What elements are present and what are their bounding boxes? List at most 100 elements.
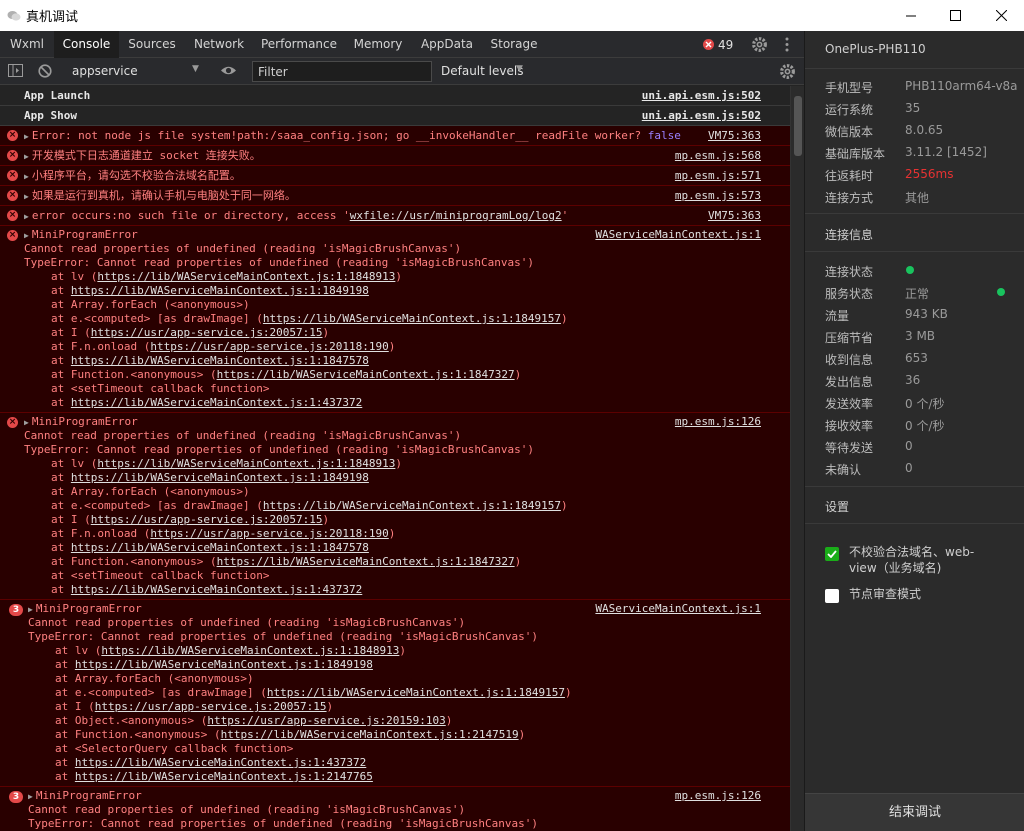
stack-frame-link[interactable]: https://usr/app-service.js:20057:15 [95, 700, 327, 713]
log-message: App Launch [24, 89, 91, 102]
console-settings-gear-icon[interactable] [779, 63, 796, 83]
tab-network[interactable]: Network [188, 31, 250, 58]
source-link[interactable]: mp.esm.js:126 [675, 415, 761, 429]
expand-triangle-icon[interactable]: ▶ [28, 605, 33, 614]
error-icon: × [7, 130, 18, 141]
info-label: 基础库版本 [825, 147, 886, 161]
tab-storage[interactable]: Storage [488, 31, 540, 58]
context-selector[interactable]: appservice [72, 64, 138, 78]
stack-frame: at I (https://usr/app-service.js:20057:1… [51, 326, 330, 339]
stack-frame: at Array.forEach (<anonymous>) [55, 672, 254, 685]
source-link[interactable]: WAServiceMainContext.js:1 [595, 228, 761, 242]
stack-frame: at lv (https://lib/WAServiceMainContext.… [51, 270, 402, 283]
stack-frame-link[interactable]: https://lib/WAServiceMainContext.js:1:18… [267, 686, 565, 699]
source-link[interactable]: mp.esm.js:126 [675, 789, 761, 803]
stack-frame-link[interactable]: https://usr/app-service.js:20057:15 [91, 513, 323, 526]
source-link[interactable]: uni.api.esm.js:502 [642, 89, 761, 103]
stack-frame-link[interactable]: https://usr/app-service.js:20118:190 [150, 527, 388, 540]
stack-frame-link[interactable]: https://lib/WAServiceMainContext.js:1:18… [71, 471, 369, 484]
source-link[interactable]: VM75:363 [708, 129, 761, 143]
skip-domain-check-checkbox[interactable] [825, 547, 839, 561]
tab-wxml[interactable]: Wxml [0, 31, 54, 58]
source-link[interactable]: mp.esm.js:568 [675, 149, 761, 163]
stack-frame-link[interactable]: https://lib/WAServiceMainContext.js:1:18… [97, 270, 395, 283]
error-title[interactable]: ▶ MiniProgramError [0, 789, 790, 803]
error-message[interactable]: ▶ Error: not node js file system!path:/sa… [24, 129, 681, 144]
more-menu-icon[interactable] [785, 37, 789, 55]
skip-domain-check-label[interactable]: 不校验合法域名、web-view（业务域名) [849, 544, 999, 576]
close-button[interactable] [978, 0, 1024, 31]
stack-frame-link[interactable]: https://lib/WAServiceMainContext.js:1:43… [71, 396, 362, 409]
expand-triangle-icon[interactable]: ▶ [24, 172, 29, 181]
stack-frames: at lv (https://lib/WAServiceMainContext.… [0, 644, 790, 784]
scrollbar-thumb[interactable] [794, 96, 802, 156]
stack-frame: at https://lib/WAServiceMainContext.js:1… [51, 471, 369, 484]
stack-frame-link[interactable]: https://usr/app-service.js:20057:15 [91, 326, 323, 339]
node-inspect-checkbox[interactable] [825, 589, 839, 603]
console-scrollbar[interactable] [790, 86, 804, 831]
stack-frame: at <SelectorQuery callback function> [55, 742, 294, 755]
source-link[interactable]: WAServiceMainContext.js:1 [595, 602, 761, 616]
error-message[interactable]: ▶ error occurs:no such file or directory,… [24, 209, 568, 224]
levels-dropdown-icon[interactable]: ▼ [516, 64, 523, 74]
stack-frame-link[interactable]: https://lib/WAServiceMainContext.js:1:43… [71, 583, 362, 596]
stack-frame-link[interactable]: https://lib/WAServiceMainContext.js:1:18… [71, 284, 369, 297]
stack-frame-link[interactable]: https://lib/WAServiceMainContext.js:1:21… [221, 728, 519, 741]
source-link[interactable]: mp.esm.js:571 [675, 169, 761, 183]
source-link[interactable]: mp.esm.js:573 [675, 189, 761, 203]
stack-frame-link[interactable]: https://lib/WAServiceMainContext.js:1:18… [101, 644, 399, 657]
conn-label: 连接状态 [825, 265, 874, 279]
expand-triangle-icon[interactable]: ▶ [24, 152, 29, 161]
stack-frame-link[interactable]: https://lib/WAServiceMainContext.js:1:18… [263, 499, 561, 512]
log-levels-dropdown[interactable]: Default levels [441, 64, 523, 78]
tab-appdata[interactable]: AppData [418, 31, 476, 58]
stack-frame: at https://lib/WAServiceMainContext.js:1… [51, 583, 363, 596]
minimize-button[interactable] [888, 0, 934, 31]
error-message[interactable]: ▶ 开发模式下日志通道建立 socket 连接失败。 [24, 149, 261, 164]
expand-triangle-icon[interactable]: ▶ [24, 132, 29, 141]
stack-frame: at https://lib/WAServiceMainContext.js:1… [55, 770, 373, 783]
stack-frame-link[interactable]: https://lib/WAServiceMainContext.js:1:18… [263, 312, 561, 325]
stack-frame-link[interactable]: https://usr/app-service.js:20118:190 [150, 340, 388, 353]
source-link[interactable]: VM75:363 [708, 209, 761, 223]
stack-frame-link[interactable]: https://lib/WAServiceMainContext.js:1:21… [75, 770, 373, 783]
end-debug-button[interactable]: 结束调试 [805, 793, 1024, 831]
sidebar-toggle-icon[interactable] [8, 64, 23, 80]
conn-value: 0 [905, 439, 913, 453]
stack-frame-link[interactable]: https://lib/WAServiceMainContext.js:1:43… [75, 756, 366, 769]
stack-frame-link[interactable]: https://lib/WAServiceMainContext.js:1:18… [71, 541, 369, 554]
expand-triangle-icon[interactable]: ▶ [28, 792, 33, 801]
conn-label: 压缩节省 [825, 331, 874, 345]
error-count[interactable]: 49 [718, 38, 733, 52]
stack-frame-link[interactable]: https://usr/app-service.js:20159:103 [207, 714, 445, 727]
connection-status-dot [906, 266, 914, 274]
context-dropdown-icon[interactable]: ▼ [192, 64, 199, 74]
expand-triangle-icon[interactable]: ▶ [24, 212, 29, 221]
error-row: × ▶ error occurs:no such file or director… [0, 206, 790, 226]
device-panel: OnePlus-PHB110 手机型号 PHB110arm64-v8a 运行系统… [804, 31, 1024, 831]
maximize-button[interactable] [932, 0, 978, 31]
gear-icon[interactable] [751, 36, 768, 56]
stack-frame-link[interactable]: https://lib/WAServiceMainContext.js:1:18… [97, 457, 395, 470]
source-link[interactable]: uni.api.esm.js:502 [642, 109, 761, 123]
expand-triangle-icon[interactable]: ▶ [24, 418, 29, 427]
tab-performance[interactable]: Performance [258, 31, 340, 58]
stack-frame-link[interactable]: https://lib/WAServiceMainContext.js:1:18… [75, 658, 373, 671]
tab-sources[interactable]: Sources [122, 31, 182, 58]
error-message: Cannot read properties of undefined (rea… [28, 803, 466, 816]
stack-frame-link[interactable]: https://lib/WAServiceMainContext.js:1:18… [217, 368, 515, 381]
tab-console[interactable]: Console [54, 31, 119, 58]
stack-frame-link[interactable]: https://lib/WAServiceMainContext.js:1:18… [217, 555, 515, 568]
error-message[interactable]: ▶ 小程序平台，请勾选不校验合法域名配置。 [24, 169, 241, 184]
file-link[interactable]: wxfile://usr/miniprogramLog/log2 [350, 209, 562, 222]
stack-frame-link[interactable]: https://lib/WAServiceMainContext.js:1:18… [71, 354, 369, 367]
expand-triangle-icon[interactable]: ▶ [24, 192, 29, 201]
clear-console-icon[interactable] [38, 64, 52, 81]
node-inspect-label[interactable]: 节点审查模式 [849, 586, 921, 602]
tab-memory[interactable]: Memory [350, 31, 406, 58]
error-title[interactable]: ▶ MiniProgramError [0, 415, 790, 429]
expand-triangle-icon[interactable]: ▶ [24, 231, 29, 240]
error-message[interactable]: ▶ 如果是运行到真机，请确认手机与电脑处于同一网络。 [24, 189, 296, 204]
filter-input[interactable] [252, 61, 432, 82]
eye-icon[interactable] [220, 65, 237, 79]
